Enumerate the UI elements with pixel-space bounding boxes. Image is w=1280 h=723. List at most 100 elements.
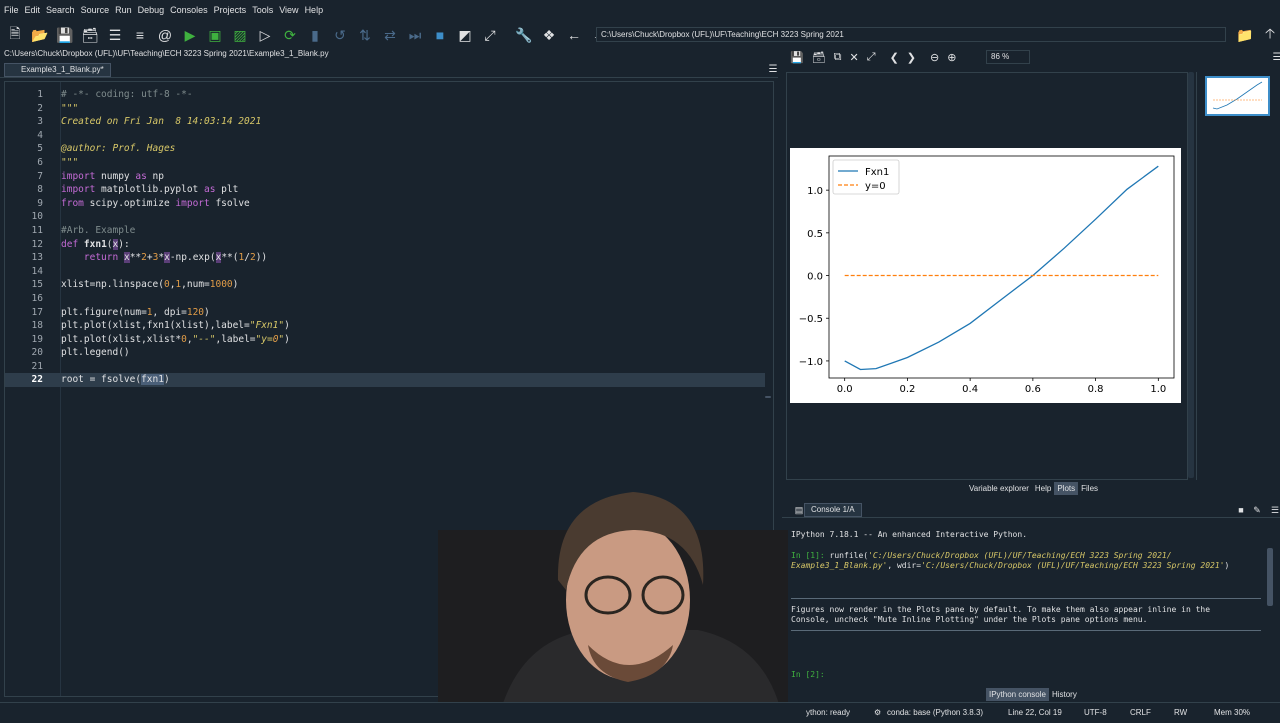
editor-scrollbar[interactable] — [765, 396, 771, 398]
debug-icon[interactable]: ▮ — [305, 25, 325, 45]
code-line[interactable]: 8 import matplotlib.pyplot as plt — [5, 183, 765, 197]
continue-icon[interactable]: ⏭ — [405, 25, 425, 45]
plots-options-icon[interactable]: ☰ — [1267, 47, 1280, 67]
line-number: 10 — [31, 211, 43, 223]
cursor-position: Line 22, Col 19 — [1008, 708, 1062, 717]
code-line[interactable]: 4 — [5, 129, 765, 143]
tab-variable-explorer[interactable]: Variable explorer — [966, 482, 1032, 495]
editor-options-icon[interactable]: ☰ — [763, 59, 783, 79]
line-text: #Arb. Example — [61, 224, 136, 236]
console-options-icon[interactable]: ☰ — [1265, 500, 1280, 520]
code-line[interactable]: 21 — [5, 360, 765, 374]
code-line[interactable]: 5 @author: Prof. Hages — [5, 142, 765, 156]
step-into-icon[interactable]: ⇅ — [355, 25, 375, 45]
tab-ipython-console[interactable]: IPython console — [986, 688, 1049, 701]
run-cell-icon[interactable]: ▣ — [205, 25, 225, 45]
code-line[interactable]: 16 — [5, 292, 765, 306]
code-line[interactable]: 7 import numpy as np — [5, 170, 765, 184]
save-plot-icon[interactable]: 💾 — [790, 51, 804, 64]
clear-console-icon[interactable]: ✎ — [1247, 500, 1267, 520]
code-line[interactable]: 13 return x**2+3*x-np.exp(x**(1/2)) — [5, 251, 765, 265]
line-text: plt.figure(num=1, dpi=120) — [61, 306, 210, 318]
ipython-console[interactable]: IPython 7.18.1 -- An enhanced Interactiv… — [786, 520, 1266, 688]
code-line[interactable]: 6 """ — [5, 156, 765, 170]
menu-help[interactable]: Help — [305, 5, 324, 15]
code-line[interactable]: 11 #Arb. Example — [5, 224, 765, 238]
status-bar: ython: ready ⚙ conda: base (Python 3.8.3… — [0, 702, 1280, 720]
code-line[interactable]: 18 plt.plot(xlist,fxn1(xlist),label="Fxn1… — [5, 319, 765, 333]
menu-run[interactable]: Run — [115, 5, 132, 15]
folder-icon[interactable]: 📁 — [1235, 25, 1255, 45]
menu-consoles[interactable]: Consoles — [170, 5, 208, 15]
menu-view[interactable]: View — [279, 5, 298, 15]
code-line[interactable]: 19 plt.plot(xlist,xlist*0,"--",label="y=0… — [5, 333, 765, 347]
menu-source[interactable]: Source — [81, 5, 110, 15]
tab-plots[interactable]: Plots — [1054, 482, 1079, 495]
zoom-out-icon[interactable]: ⊖ — [930, 51, 939, 64]
code-line[interactable]: 22 root = fsolve(fxn1) — [5, 373, 765, 388]
line-text: plt.plot(xlist,fxn1(xlist),label="Fxn1") — [61, 320, 290, 332]
stop-icon[interactable]: ■ — [430, 25, 450, 45]
menu-debug[interactable]: Debug — [138, 5, 165, 15]
x-tick-label: 1.0 — [1150, 384, 1166, 395]
zoom-level[interactable]: 86 % — [986, 50, 1030, 64]
rerun-icon[interactable]: ⟳ — [280, 25, 300, 45]
save-icon[interactable]: 💾 — [55, 25, 75, 45]
code-line[interactable]: 15 xlist=np.linspace(0,1,num=1000) — [5, 278, 765, 292]
in1-mid: , wdir= — [887, 561, 922, 570]
tab-files[interactable]: Files — [1078, 482, 1101, 495]
back-icon[interactable]: ← — [564, 25, 584, 45]
plot-thumbnail[interactable] — [1205, 76, 1270, 116]
menu-projects[interactable]: Projects — [214, 5, 247, 15]
at-icon[interactable]: @ — [155, 25, 175, 45]
code-line[interactable]: 17 plt.figure(num=1, dpi=120) — [5, 306, 765, 320]
menu-file[interactable]: File — [4, 5, 19, 15]
tab-help[interactable]: Help — [1032, 482, 1054, 495]
plot-scrollbar[interactable] — [1188, 72, 1194, 478]
code-line[interactable]: 1 # -*- coding: utf-8 -*- — [5, 88, 765, 102]
next-plot-icon[interactable]: ❯ — [907, 51, 916, 64]
file-encoding: UTF-8 — [1084, 708, 1107, 717]
run-icon[interactable]: ▶ — [180, 25, 200, 45]
tab-history[interactable]: History — [1049, 688, 1080, 701]
menu-tools[interactable]: Tools — [252, 5, 273, 15]
step-return-icon[interactable]: ⇄ — [380, 25, 400, 45]
code-line[interactable]: 2 """ — [5, 102, 765, 116]
code-line[interactable]: 14 — [5, 265, 765, 279]
menu-edit[interactable]: Edit — [25, 5, 41, 15]
code-line[interactable]: 10 — [5, 210, 765, 224]
fullscreen-icon[interactable]: ⤢ — [480, 25, 500, 45]
copy-plot-icon[interactable]: ⧉ — [834, 51, 842, 64]
working-directory-input[interactable]: C:\Users\Chuck\Dropbox (UFL)\UF\Teaching… — [596, 27, 1226, 42]
menu-search[interactable]: Search — [46, 5, 75, 15]
legend-label: y=0 — [865, 181, 886, 192]
code-line[interactable]: 3 Created on Fri Jan 8 14:03:14 2021 — [5, 115, 765, 129]
line-text: def fxn1(x): — [61, 238, 130, 250]
python-path-icon[interactable]: ❖ — [539, 25, 559, 45]
line-number: 6 — [37, 156, 43, 168]
step-icon[interactable]: ↺ — [330, 25, 350, 45]
up-arrow-icon[interactable]: 🡡 — [1260, 25, 1280, 45]
line-number: 14 — [31, 265, 43, 277]
close-plot-icon[interactable]: ✕ — [850, 51, 859, 64]
maximize-pane-icon[interactable]: ◩ — [455, 25, 475, 45]
tab-console-1a[interactable]: Console 1/A — [804, 503, 862, 517]
code-line[interactable]: 9 from scipy.optimize import fsolve — [5, 197, 765, 211]
open-file-icon[interactable]: 📂 — [30, 25, 50, 45]
close-all-plots-icon[interactable]: ⤢ — [867, 51, 876, 64]
tab-example3-1-blank[interactable]: Example3_1_Blank.py* — [4, 63, 111, 77]
preferences-icon[interactable]: 🔧 — [514, 25, 534, 45]
console-in1-cont: Example3_1_Blank.py', wdir='C:/Users/Chu… — [791, 561, 1229, 570]
run-cell-advance-icon[interactable]: ▨ — [230, 25, 250, 45]
code-line[interactable]: 20 plt.legend() — [5, 346, 765, 360]
previous-plot-icon[interactable]: ❮ — [890, 51, 899, 64]
list-icon[interactable]: ☰ — [105, 25, 125, 45]
new-file-icon[interactable]: 🗎 — [5, 25, 25, 45]
save-all-icon[interactable]: 🗃 — [80, 25, 100, 45]
save-all-plots-icon[interactable]: 🗃 — [812, 51, 826, 64]
settings-icon[interactable]: ≡ — [130, 25, 150, 45]
zoom-in-icon[interactable]: ⊕ — [947, 51, 956, 64]
code-line[interactable]: 12 def fxn1(x): — [5, 238, 765, 252]
console-scrollbar[interactable] — [1267, 548, 1273, 606]
run-selection-icon[interactable]: ▷ — [255, 25, 275, 45]
